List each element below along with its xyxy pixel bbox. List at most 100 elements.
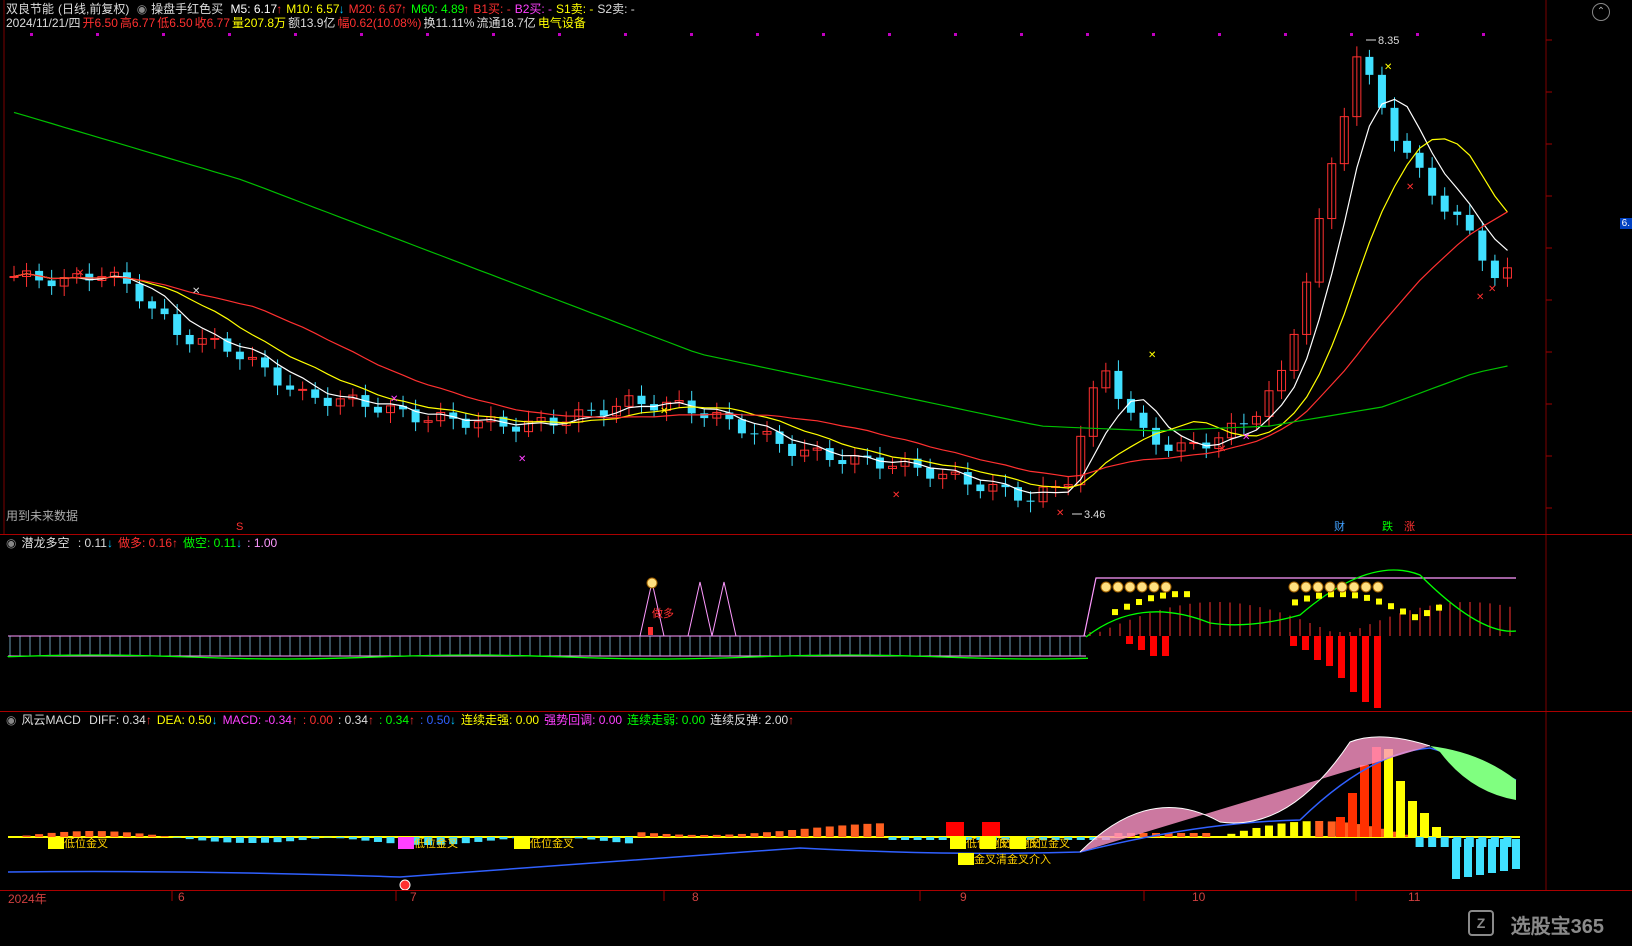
candle-body xyxy=(1465,214,1474,231)
candle-body xyxy=(323,397,332,406)
signal-dot xyxy=(558,33,561,36)
macd-bar-big xyxy=(1432,827,1441,837)
coin-icon xyxy=(646,577,658,589)
signal-dot xyxy=(360,33,363,36)
macd-bar xyxy=(1415,837,1424,847)
tag-label: 低位金叉 xyxy=(64,836,108,850)
macd-bar xyxy=(599,837,608,841)
indicator2-panel[interactable]: ◉ 风云MACD DIFF: 0.34↑ DEA: 0.50↓ MACD: -0.34… xyxy=(0,712,1632,890)
signal-dot xyxy=(1416,33,1419,36)
macd-bar xyxy=(386,837,395,844)
macd-bar xyxy=(348,837,357,840)
diff-green-area xyxy=(1430,746,1516,800)
macd-bar xyxy=(863,823,872,837)
macd-bar xyxy=(838,825,847,837)
signal-block xyxy=(946,822,964,836)
macd-bar xyxy=(926,837,935,840)
candle-body xyxy=(135,283,144,302)
coin-icon xyxy=(1160,581,1172,593)
macd-bar xyxy=(1252,827,1261,837)
candle-body xyxy=(750,433,759,435)
tag-label: 金叉清金叉介入 xyxy=(974,852,1051,866)
signal-dot xyxy=(1284,33,1287,36)
tag-box xyxy=(514,837,530,849)
signal-x-icon: ✕ xyxy=(1476,292,1484,303)
signal-square xyxy=(1376,598,1382,605)
candle-body xyxy=(273,367,282,386)
candle-body xyxy=(1139,412,1148,428)
signal-x-icon: ✕ xyxy=(518,454,526,465)
macd-bar xyxy=(148,834,157,837)
tag-label: 低位金叉 xyxy=(530,836,574,850)
macd-bar xyxy=(687,834,696,837)
macd-bar xyxy=(1227,833,1236,837)
macd-bar xyxy=(737,833,746,837)
main-chart-panel[interactable]: 双良节能 (日线,前复权) ◉ 操盘手红色买 M5: 6.17↑ M10: 6.57↓… xyxy=(0,0,1632,534)
tag-box xyxy=(980,837,996,849)
zuoduo-bar xyxy=(648,627,653,635)
signal-dot xyxy=(624,33,627,36)
macd-bar xyxy=(1076,837,1085,840)
candle-body xyxy=(1164,444,1173,451)
signal-x-icon: ✕ xyxy=(390,394,398,405)
indicator1-panel[interactable]: ◉ 潜龙多空 : 0.11↓ 做多: 0.16↑ 做空: 0.11↓: 1.00 做多 xyxy=(0,535,1632,711)
macd-bar xyxy=(1202,833,1211,837)
kong-bar xyxy=(1290,636,1297,646)
ma60-line xyxy=(13,111,1508,432)
candle-body xyxy=(261,357,269,368)
signal-dot xyxy=(1020,33,1023,36)
signal-dot xyxy=(1218,33,1221,36)
candlestick-chart[interactable]: 8.35 3.46 财 跌涨 S ✕ ✕ ✕ ✕ ✕ ✕ ✕ ✕ ✕ ✕ ✕ ✕ ✕ ✕ xyxy=(0,0,1632,534)
macd-bar xyxy=(825,826,834,837)
candle-body xyxy=(512,426,520,432)
x-axis-ticks xyxy=(171,891,1357,901)
tag-box xyxy=(48,837,64,849)
macd-bar xyxy=(775,831,784,837)
macd-bar xyxy=(700,834,709,837)
x-label-6: 6 xyxy=(178,890,185,904)
candle-body xyxy=(1415,152,1424,168)
tag-box xyxy=(950,837,966,849)
tag-box xyxy=(1010,837,1026,849)
macd-bar xyxy=(210,837,219,842)
macd-bar xyxy=(725,834,734,837)
signal-dot xyxy=(756,33,759,36)
candle-body xyxy=(148,301,157,309)
macd-bar xyxy=(110,831,119,837)
signal-square xyxy=(1172,591,1178,598)
candle-body xyxy=(875,457,884,469)
coin-icon xyxy=(1312,581,1324,593)
candle-body xyxy=(1453,211,1462,215)
x-label-7: 7 xyxy=(410,890,417,904)
candle-body xyxy=(700,413,709,419)
coin-icon xyxy=(1372,581,1384,593)
coin-icon xyxy=(1288,581,1300,593)
macd-bar xyxy=(1265,825,1273,837)
candle-body xyxy=(1440,195,1449,212)
kong-bar xyxy=(1326,636,1333,666)
signal-block xyxy=(982,822,1000,836)
macd-bar xyxy=(273,837,282,843)
candle-body xyxy=(210,337,220,340)
macd-bar xyxy=(286,837,295,842)
kong-bar xyxy=(1314,636,1321,660)
macd-bar xyxy=(248,837,257,843)
macd-bar-big xyxy=(1396,781,1405,837)
candle-body xyxy=(185,334,194,345)
macd-bar xyxy=(1239,830,1248,837)
macd-bar-big xyxy=(1420,813,1429,837)
tag-box xyxy=(398,837,414,849)
indicator1-chart[interactable]: 做多 xyxy=(0,535,1632,711)
macd-chart[interactable]: 低位金叉低位金叉低位金叉低位金叉低位金叉低位金叉金叉清金叉介入 xyxy=(0,712,1632,890)
candle-body xyxy=(1478,230,1487,261)
kong-bar xyxy=(1362,636,1369,702)
macd-bar xyxy=(587,837,596,840)
macd-bar xyxy=(888,837,897,840)
macd-bar-big xyxy=(1384,749,1393,837)
kong-bar xyxy=(1350,636,1357,692)
signal-dot xyxy=(1152,33,1155,36)
signal-square xyxy=(1304,595,1310,602)
macd-bar-neg xyxy=(1512,839,1520,869)
signal-x-icon: ✕ xyxy=(660,406,668,417)
x-axis xyxy=(0,891,1632,946)
